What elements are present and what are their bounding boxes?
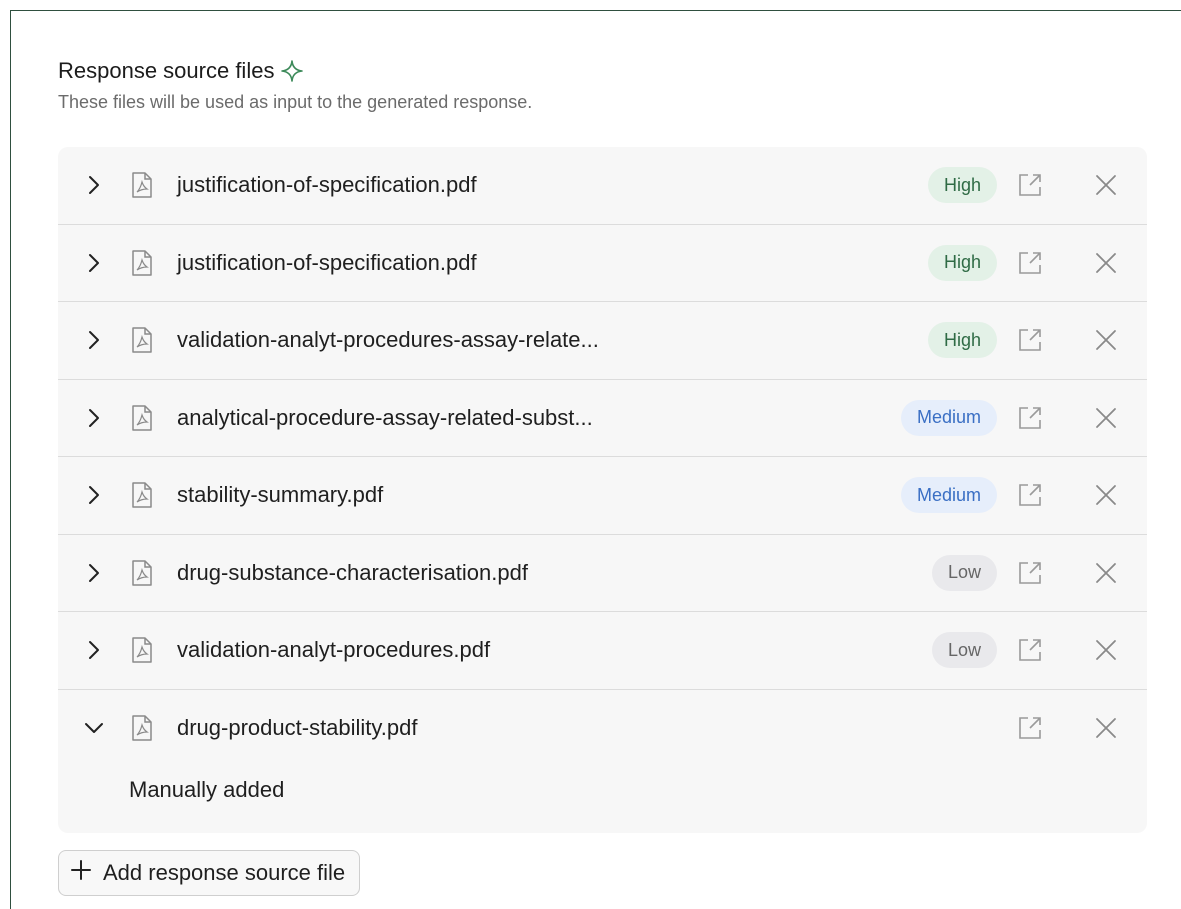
plus-icon [71, 860, 91, 886]
relevance-badge: High [927, 322, 997, 359]
close-icon[interactable] [1095, 174, 1117, 196]
open-external-icon[interactable] [1017, 327, 1043, 353]
file-name[interactable]: justification-of-specification.pdf [177, 172, 477, 198]
open-external-icon[interactable] [1017, 637, 1043, 663]
open-external-icon[interactable] [1017, 482, 1043, 508]
manual-added-note: Manually added [129, 777, 285, 802]
add-source-file-button[interactable]: Add response source file [58, 850, 361, 896]
source-file-list: justification-of-specification.pdf High … [58, 147, 1147, 833]
open-external-icon[interactable] [1017, 715, 1043, 741]
close-icon[interactable] [1095, 717, 1117, 739]
add-source-file-label: Add response source file [103, 860, 346, 885]
file-name[interactable]: validation-analyt-procedures.pdf [177, 637, 490, 663]
chevron-right-icon[interactable] [82, 328, 106, 352]
pdf-file-icon [131, 250, 153, 276]
relevance-badge: Low [931, 554, 997, 591]
close-icon[interactable] [1095, 562, 1117, 584]
relevance-badge: Medium [900, 399, 997, 436]
close-icon[interactable] [1095, 329, 1117, 351]
open-external-icon[interactable] [1017, 560, 1043, 586]
section-title: Response source files [58, 58, 275, 83]
section-title-row: Response source files [58, 56, 532, 86]
close-icon[interactable] [1095, 639, 1117, 661]
chevron-right-icon[interactable] [82, 406, 106, 430]
open-external-icon[interactable] [1017, 405, 1043, 431]
close-icon[interactable] [1095, 407, 1117, 429]
pdf-file-icon [131, 482, 153, 508]
relevance-badge: High [927, 167, 997, 204]
file-row[interactable]: analytical-procedure-assay-related-subst… [58, 380, 1147, 457]
file-name[interactable]: justification-of-specification.pdf [177, 250, 477, 276]
chevron-down-icon[interactable] [82, 716, 106, 740]
file-name[interactable]: stability-summary.pdf [177, 482, 383, 508]
chevron-right-icon[interactable] [82, 638, 106, 662]
pdf-file-icon [131, 172, 153, 198]
chevron-right-icon[interactable] [82, 173, 106, 197]
section-header: Response source files These files will b… [58, 56, 532, 113]
close-icon[interactable] [1095, 252, 1117, 274]
pdf-file-icon [131, 714, 153, 741]
chevron-right-icon[interactable] [82, 251, 106, 275]
file-row[interactable]: justification-of-specification.pdf High [58, 225, 1147, 302]
file-row[interactable]: justification-of-specification.pdf High [58, 147, 1147, 225]
relevance-badge: High [927, 244, 997, 281]
section-subtitle: These files will be used as input to the… [58, 92, 533, 112]
file-name[interactable]: analytical-procedure-assay-related-subst… [177, 405, 593, 431]
file-row[interactable]: validation-analyt-procedures-assay-relat… [58, 302, 1147, 380]
file-row[interactable]: stability-summary.pdf Medium [58, 457, 1147, 535]
file-name[interactable]: drug-substance-characterisation.pdf [177, 560, 528, 586]
pdf-file-icon [131, 637, 153, 663]
file-row[interactable]: validation-analyt-procedures.pdf Low [58, 612, 1147, 690]
pdf-file-icon [131, 560, 153, 586]
pdf-file-icon [131, 405, 153, 431]
close-icon[interactable] [1095, 484, 1117, 506]
file-row-expanded[interactable]: drug-product-stability.pdf [58, 690, 1147, 766]
chevron-right-icon[interactable] [82, 483, 106, 507]
open-external-icon[interactable] [1017, 250, 1043, 276]
relevance-badge: Medium [900, 477, 997, 514]
file-row[interactable]: drug-substance-characterisation.pdf Low [58, 535, 1147, 612]
file-name[interactable]: drug-product-stability.pdf [177, 715, 418, 741]
sparkle-icon [281, 60, 304, 82]
file-name[interactable]: validation-analyt-procedures-assay-relat… [177, 327, 599, 353]
pdf-file-icon [131, 327, 153, 353]
chevron-right-icon[interactable] [82, 561, 106, 585]
relevance-badge: Low [931, 632, 997, 669]
open-external-icon[interactable] [1017, 172, 1043, 198]
